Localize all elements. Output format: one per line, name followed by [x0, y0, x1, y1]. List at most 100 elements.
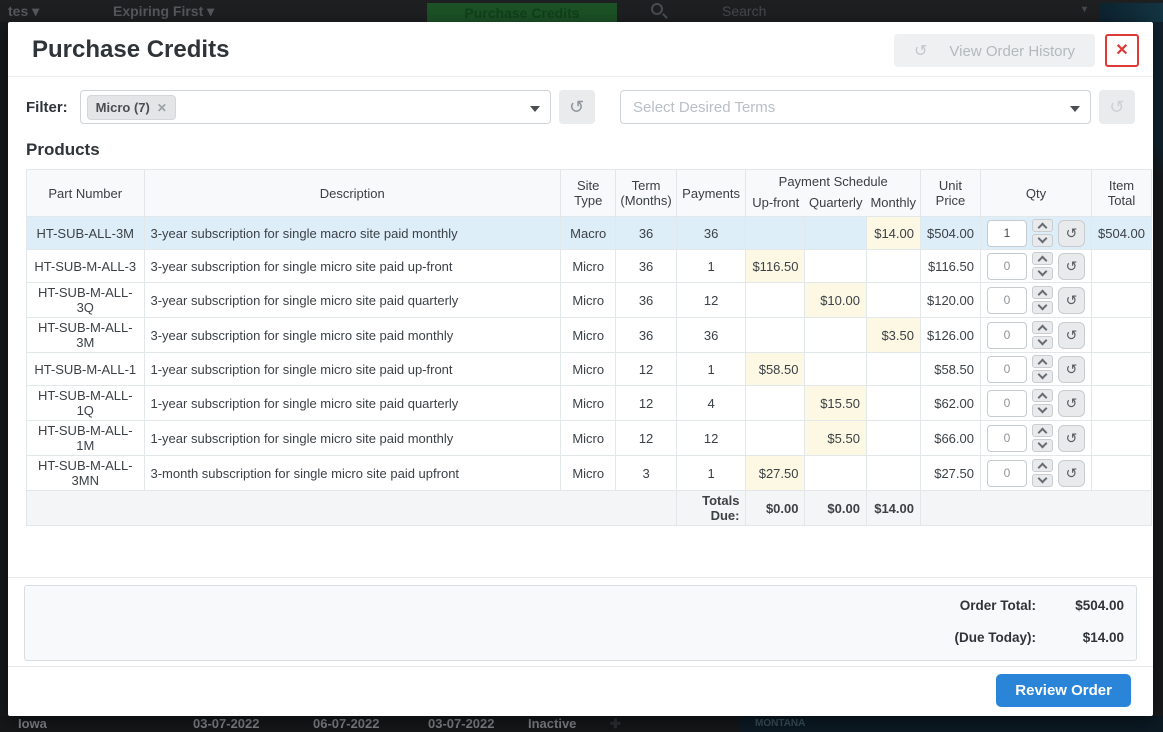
- qty-cell: ↺: [980, 421, 1091, 456]
- upfront-cell: $27.50: [746, 456, 805, 491]
- reset-filter-button[interactable]: ↺: [559, 90, 595, 124]
- stepper-down-button[interactable]: [1032, 336, 1053, 349]
- monthly-cell: [866, 250, 920, 283]
- totals-spacer: [27, 491, 677, 526]
- part-number-cell: HT-SUB-M-ALL-3M: [27, 318, 145, 353]
- table-row[interactable]: HT-SUB-M-ALL-1M1-year subscription for s…: [27, 421, 1152, 456]
- selected-filter-tag: Micro (7)✕: [87, 95, 176, 120]
- qty-controls: ↺: [987, 424, 1085, 452]
- row-reset-button[interactable]: ↺: [1058, 425, 1085, 452]
- desired-terms-select[interactable]: Select Desired Terms: [620, 90, 1091, 124]
- stepper-up-button[interactable]: [1032, 286, 1053, 299]
- order-total-value: $504.00: [1036, 598, 1124, 613]
- qty-input[interactable]: [987, 253, 1027, 280]
- row-reset-button[interactable]: ↺: [1058, 253, 1085, 280]
- qty-input[interactable]: [987, 460, 1027, 487]
- stepper-up-button[interactable]: [1032, 252, 1053, 265]
- filter-label: Filter:: [26, 99, 68, 116]
- chevron-up-icon: [1038, 290, 1048, 300]
- upfront-cell: $116.50: [746, 250, 805, 283]
- part-number-cell: HT-SUB-M-ALL-3MN: [27, 456, 145, 491]
- stepper-up-button[interactable]: [1032, 459, 1053, 472]
- chevron-up-icon: [1038, 463, 1048, 473]
- row-reset-button[interactable]: ↺: [1058, 356, 1085, 383]
- stepper-down-button[interactable]: [1032, 370, 1053, 383]
- header-upfront: Up-front: [746, 192, 805, 217]
- products-table-body: HT-SUB-ALL-3M3-year subscription for sin…: [27, 217, 1152, 491]
- products-table: Part Number Description Site Type Term (…: [26, 169, 1152, 526]
- undo-icon: ↺: [569, 97, 584, 117]
- stepper-down-button[interactable]: [1032, 267, 1053, 280]
- qty-input[interactable]: [987, 356, 1027, 383]
- view-order-history-button[interactable]: ↺View Order History: [894, 34, 1095, 67]
- remove-tag-icon[interactable]: ✕: [157, 101, 167, 115]
- view-order-history-label: View Order History: [949, 43, 1075, 60]
- stepper-down-button[interactable]: [1032, 474, 1053, 487]
- qty-input[interactable]: [987, 220, 1027, 247]
- qty-input[interactable]: [987, 425, 1027, 452]
- site-type-filter-select[interactable]: Micro (7)✕: [80, 90, 551, 124]
- term-cell: 36: [616, 217, 676, 250]
- totals-upfront: $0.00: [746, 491, 805, 526]
- unit-price-cell: $504.00: [920, 217, 980, 250]
- row-reset-button[interactable]: ↺: [1058, 287, 1085, 314]
- stepper-up-button[interactable]: [1032, 321, 1053, 334]
- stepper-up-button[interactable]: [1032, 389, 1053, 402]
- close-button[interactable]: ✕: [1105, 34, 1139, 67]
- row-reset-button[interactable]: ↺: [1058, 322, 1085, 349]
- qty-input[interactable]: [987, 287, 1027, 314]
- table-row[interactable]: HT-SUB-M-ALL-33-year subscription for si…: [27, 250, 1152, 283]
- stepper-up-button[interactable]: [1032, 424, 1053, 437]
- filter-bar: Filter: Micro (7)✕ ↺ Select Desired Term…: [8, 77, 1153, 134]
- item-total-cell: [1091, 250, 1151, 283]
- qty-stepper: [1032, 219, 1053, 247]
- header-description: Description: [144, 170, 560, 217]
- qty-input[interactable]: [987, 390, 1027, 417]
- modal-header: Purchase Credits ↺View Order History ✕: [8, 22, 1153, 77]
- stepper-up-button[interactable]: [1032, 219, 1053, 232]
- item-total-cell: [1091, 386, 1151, 421]
- background-table-cell: 03-07-2022: [428, 716, 495, 731]
- chevron-up-icon: [1038, 223, 1048, 233]
- table-row[interactable]: HT-SUB-M-ALL-3Q3-year subscription for s…: [27, 283, 1152, 318]
- header-item-total: Item Total: [1091, 170, 1151, 217]
- table-row[interactable]: HT-SUB-M-ALL-11-year subscription for si…: [27, 353, 1152, 386]
- stepper-down-button[interactable]: [1032, 234, 1053, 247]
- table-row[interactable]: HT-SUB-ALL-3M3-year subscription for sin…: [27, 217, 1152, 250]
- qty-stepper: [1032, 321, 1053, 349]
- review-order-button[interactable]: Review Order: [996, 674, 1131, 707]
- chevron-down-icon: [1038, 301, 1048, 311]
- chevron-up-icon: [1038, 256, 1048, 266]
- stepper-down-button[interactable]: [1032, 404, 1053, 417]
- table-row[interactable]: HT-SUB-M-ALL-1Q1-year subscription for s…: [27, 386, 1152, 421]
- upfront-cell: $58.50: [746, 353, 805, 386]
- reset-terms-button[interactable]: ↺: [1099, 90, 1135, 124]
- row-reset-button[interactable]: ↺: [1058, 460, 1085, 487]
- modal-footer: Order Total: $504.00 (Due Today): $14.00…: [8, 577, 1153, 716]
- page-title: Purchase Credits: [32, 36, 229, 64]
- qty-input[interactable]: [987, 322, 1027, 349]
- qty-controls: ↺: [987, 252, 1085, 280]
- row-reset-button[interactable]: ↺: [1058, 220, 1085, 247]
- chevron-down-icon: [1070, 106, 1080, 112]
- header-payments: Payments: [676, 170, 746, 217]
- table-row[interactable]: HT-SUB-M-ALL-3M3-year subscription for s…: [27, 318, 1152, 353]
- stepper-down-button[interactable]: [1032, 301, 1053, 314]
- stepper-down-button[interactable]: [1032, 439, 1053, 452]
- qty-cell: ↺: [980, 217, 1091, 250]
- qty-cell: ↺: [980, 250, 1091, 283]
- row-reset-button[interactable]: ↺: [1058, 390, 1085, 417]
- payments-cell: 1: [676, 250, 746, 283]
- item-total-cell: [1091, 353, 1151, 386]
- description-cell: 1-year subscription for single micro sit…: [144, 421, 560, 456]
- qty-controls: ↺: [987, 286, 1085, 314]
- header-unit-price: Unit Price: [920, 170, 980, 217]
- table-row[interactable]: HT-SUB-M-ALL-3MN3-month subscription for…: [27, 456, 1152, 491]
- stepper-up-button[interactable]: [1032, 355, 1053, 368]
- monthly-cell: [866, 353, 920, 386]
- quarterly-cell: [805, 217, 866, 250]
- site-type-cell: Micro: [560, 421, 615, 456]
- qty-controls: ↺: [987, 459, 1085, 487]
- totals-monthly: $14.00: [866, 491, 920, 526]
- qty-stepper: [1032, 355, 1053, 383]
